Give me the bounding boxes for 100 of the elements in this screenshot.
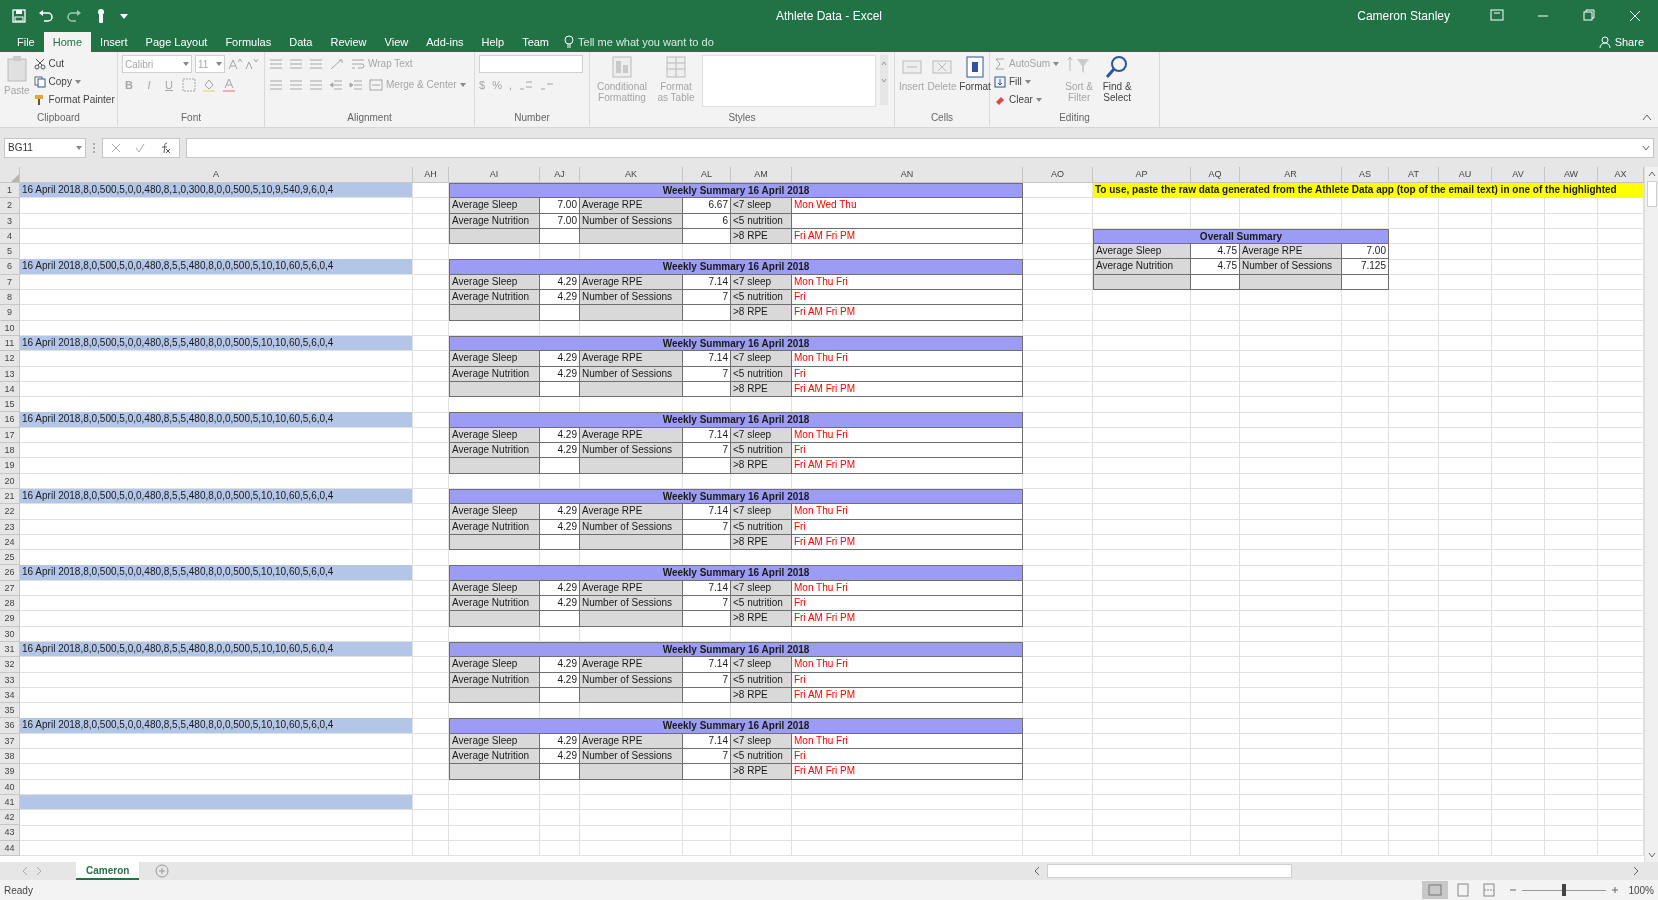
ribbon-button[interactable]: Find & Select [1099, 55, 1136, 103]
row-header[interactable]: 5 [0, 244, 20, 260]
data-cell[interactable]: 16 April 2018,8,0,500,5,0,0,480,8,1,0,300,8,0,0,500,5,10,9,540,9,6,0,4 [20, 183, 413, 199]
tell-me-button[interactable]: Tell me what you want to do [564, 32, 714, 52]
row-header[interactable]: 36 [0, 718, 20, 734]
ribbon-button[interactable]: Copy [33, 73, 115, 90]
page-break-icon[interactable] [1482, 883, 1497, 897]
summary-value: 4.29 [540, 657, 580, 673]
ribbon-button[interactable]: Format Painter [33, 91, 115, 108]
row-header[interactable]: 2 [0, 198, 20, 214]
caret-icon [216, 62, 222, 66]
align-left-icon[interactable] [269, 78, 283, 91]
caret-icon [76, 145, 82, 150]
ribbon-button[interactable]: Cut [33, 55, 115, 72]
zoom-level[interactable]: 100% [1628, 882, 1654, 898]
slider-thumb[interactable] [1562, 884, 1567, 896]
font-color-icon[interactable] [222, 78, 236, 92]
summary-value: 7.125 [1342, 259, 1389, 275]
row-header[interactable]: 6 [0, 259, 20, 275]
summary-title: Weekly Summary 16 April 2018 [449, 718, 1023, 734]
save-icon[interactable] [12, 9, 26, 23]
increase-decimal-icon[interactable] [518, 79, 533, 92]
increase-indent-icon[interactable] [349, 78, 363, 91]
fill-color-icon[interactable] [202, 78, 216, 92]
ribbon-tab[interactable]: Add-ins [417, 32, 473, 52]
row-header[interactable]: 1 [0, 183, 20, 199]
align-center-icon[interactable] [289, 78, 303, 91]
row-header[interactable]: 28 [0, 596, 20, 612]
row-header[interactable]: 22 [0, 504, 20, 520]
row-header[interactable]: 26 [0, 565, 20, 581]
column-header[interactable]: AH [413, 167, 449, 183]
row-header[interactable]: 15 [0, 397, 20, 413]
ribbon-button[interactable]: Clear [994, 91, 1060, 108]
summary-label: Average Nutrition [449, 596, 540, 612]
row-header[interactable]: 19 [0, 458, 20, 474]
zoom-in-icon[interactable] [1610, 885, 1621, 895]
customize-caret-icon[interactable] [120, 13, 128, 19]
name-box[interactable]: BG11 [4, 137, 86, 158]
scroll-thumb[interactable] [1047, 864, 1292, 878]
function-icon[interactable] [159, 141, 171, 154]
summary-value: 4.75 [1191, 259, 1240, 275]
share-button[interactable]: Share [1598, 32, 1644, 52]
column-header[interactable]: AO [1023, 167, 1093, 183]
grip-icon [92, 140, 96, 155]
row-header[interactable]: 43 [0, 825, 20, 841]
summary-label: Average RPE [580, 657, 683, 673]
align-right-icon[interactable] [309, 78, 323, 91]
ribbon-tab[interactable]: Review [321, 32, 376, 52]
row-header[interactable]: 32 [0, 657, 20, 673]
gallery-scroll-icon[interactable] [880, 55, 888, 105]
ribbon-tab[interactable]: File [8, 32, 44, 52]
middle-align-icon[interactable] [289, 57, 303, 70]
row-header[interactable]: 39 [0, 764, 20, 780]
shrink-font-icon[interactable] [245, 58, 259, 70]
data-cell[interactable]: 16 April 2018,8,0,500,5,0,0,480,8,5,5,480,8,0,0,500,5,10,10,60,5,6,0,4 [20, 565, 413, 581]
sheet-tab[interactable]: Cameron [76, 862, 140, 880]
grow-font-icon[interactable] [228, 58, 242, 70]
data-cell[interactable]: 16 April 2018,8,0,500,5,0,0,480,8,5,5,480,8,0,0,500,5,10,10,60,5,6,0,4 [20, 412, 413, 428]
row-header[interactable]: 29 [0, 611, 20, 627]
summary-label: Number of Sessions [580, 443, 683, 459]
ribbon-tab[interactable]: Help [472, 32, 514, 52]
add-sheet-icon[interactable] [155, 864, 170, 878]
top-align-icon[interactable] [269, 57, 283, 70]
row-header[interactable]: 18 [0, 443, 20, 459]
borders-icon[interactable] [182, 78, 196, 92]
row-header[interactable]: 9 [0, 305, 20, 321]
summary-value: 4.29 [540, 596, 580, 612]
row-header[interactable]: 35 [0, 703, 20, 719]
orientation-icon[interactable] [329, 57, 345, 70]
zoom-slider[interactable] [1522, 884, 1607, 896]
data-cell[interactable]: 16 April 2018,8,0,500,5,0,0,480,8,5,5,480,8,0,0,500,5,10,10,60,5,6,0,4 [20, 718, 413, 734]
row-header[interactable]: 8 [0, 290, 20, 306]
ribbon-tab[interactable]: Insert [91, 32, 137, 52]
bottom-align-icon[interactable] [309, 57, 323, 70]
collapse-ribbon-icon[interactable] [1642, 113, 1652, 121]
summary-label: Average Sleep [449, 504, 540, 520]
ribbon-tab[interactable]: Data [280, 32, 322, 52]
row-header[interactable]: 42 [0, 810, 20, 826]
ribbon-tab[interactable]: Formulas [216, 32, 281, 52]
flag-days: Mon Wed Thu [792, 198, 1023, 214]
ribbon-tab[interactable]: Page Layout [136, 32, 217, 52]
data-cell[interactable]: 16 April 2018,8,0,500,5,0,0,480,8,5,5,480,8,0,0,500,5,10,10,60,5,6,0,4 [20, 259, 413, 275]
enter-icon[interactable] [135, 142, 145, 153]
decrease-indent-icon[interactable] [329, 78, 343, 91]
row-header[interactable]: 12 [0, 351, 20, 367]
row-header[interactable]: 25 [0, 550, 20, 566]
ribbon-tab[interactable]: Team [513, 32, 559, 52]
row-header[interactable]: 16 [0, 412, 20, 428]
redo-icon[interactable] [66, 9, 82, 23]
ribbon-tab[interactable]: Home [43, 32, 92, 52]
page-layout-icon[interactable] [1456, 883, 1471, 897]
scroll-thumb[interactable] [1646, 181, 1657, 207]
ribbon-button[interactable]: Format [960, 55, 990, 92]
normal-view-icon[interactable] [1422, 881, 1449, 899]
undo-icon[interactable] [38, 9, 54, 23]
ribbon-tab[interactable]: View [375, 32, 418, 52]
number-format-field[interactable] [479, 55, 583, 73]
cancel-icon[interactable] [111, 142, 121, 153]
formula-input[interactable] [186, 137, 1654, 158]
ribbon-button[interactable]: Fill [994, 73, 1060, 90]
